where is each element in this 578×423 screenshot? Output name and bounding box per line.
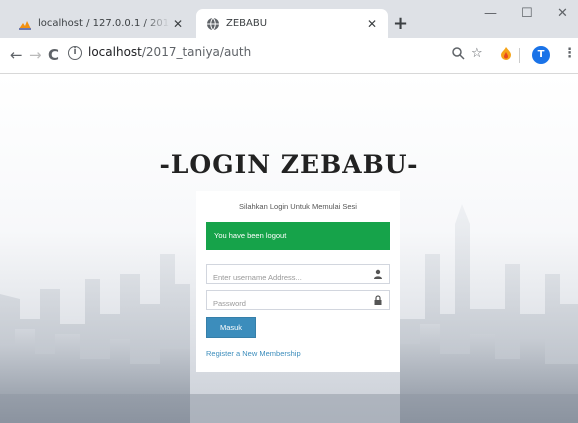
username-field-group (206, 264, 390, 287)
address-host: localhost (88, 45, 142, 59)
tab-phpmyadmin[interactable]: localhost / 127.0.0.1 / 2017_taniya ✕ (8, 9, 194, 38)
page-title: -LOGIN ZEBABU- (159, 150, 419, 179)
close-window-button[interactable]: ✕ (557, 6, 568, 21)
tab-close-icon[interactable]: ✕ (364, 17, 380, 31)
user-icon (374, 269, 382, 279)
maximize-button[interactable]: ☐ (521, 6, 533, 21)
new-tab-button[interactable]: + (393, 13, 408, 34)
password-input[interactable] (207, 294, 367, 313)
lock-icon (374, 295, 382, 305)
minimize-button[interactable]: — (484, 6, 497, 21)
profile-avatar[interactable]: T (532, 46, 550, 64)
toolbar-separator (519, 48, 520, 63)
site-info-icon[interactable]: i (68, 46, 82, 60)
phpmyadmin-icon (19, 20, 31, 30)
tab-title: ZEBABU (226, 18, 268, 29)
page-viewport: -LOGIN ZEBABU- Silahkan Login Untuk Memu… (0, 74, 578, 423)
bookmark-star-icon[interactable]: ☆ (471, 46, 483, 61)
extension-icon[interactable] (500, 46, 512, 60)
password-field-group (206, 290, 390, 313)
browser-tab-strip: localhost / 127.0.0.1 / 2017_taniya ✕ ZE… (0, 0, 578, 38)
username-input[interactable] (207, 268, 367, 287)
logout-alert: You have been logout (206, 222, 390, 250)
address-bar[interactable]: localhost/2017_taniya/auth (88, 45, 251, 59)
reload-button[interactable]: C (48, 46, 59, 64)
zoom-icon[interactable] (451, 46, 465, 60)
forward-button[interactable]: → (29, 46, 42, 64)
register-link[interactable]: Register a New Membership (206, 349, 301, 358)
menu-icon[interactable]: ⋮ (563, 46, 576, 61)
globe-icon (207, 17, 219, 30)
address-path: /2017_taniya/auth (141, 45, 252, 59)
tab-close-icon[interactable]: ✕ (170, 17, 186, 31)
login-box: Silahkan Login Untuk Memulai Sesi You ha… (196, 191, 400, 372)
back-button[interactable]: ← (10, 46, 23, 64)
masuk-button[interactable]: Masuk (206, 317, 256, 338)
tab-title: localhost / 127.0.0.1 / 2017_taniya (38, 18, 170, 29)
login-box-message: Silahkan Login Untuk Memulai Sesi (239, 202, 357, 211)
browser-toolbar: ← → C i localhost/2017_taniya/auth ☆ T ⋮ (0, 38, 578, 74)
tab-zebabu[interactable]: ZEBABU ✕ (196, 9, 388, 38)
